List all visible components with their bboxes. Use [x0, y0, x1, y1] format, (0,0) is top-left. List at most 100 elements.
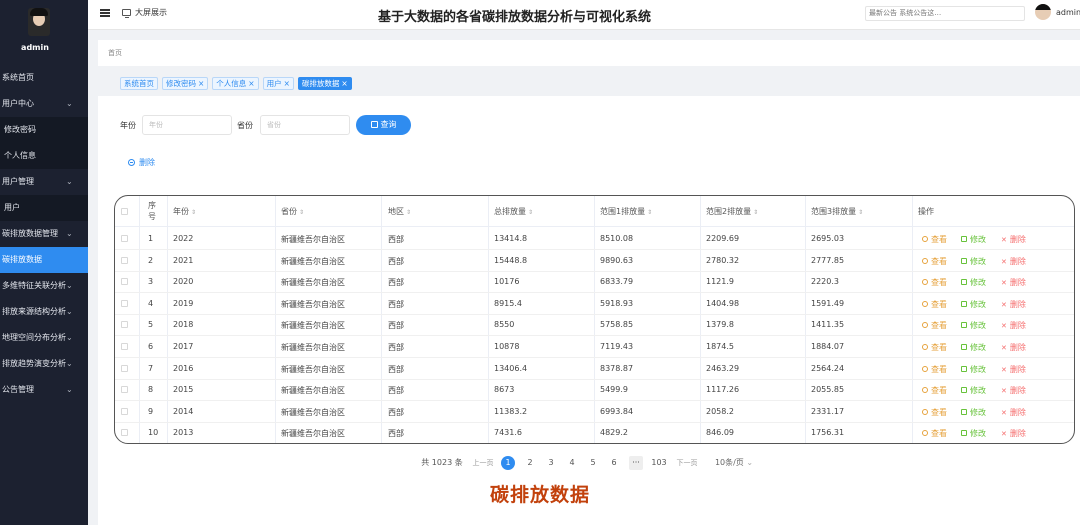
page-size-select[interactable]: 10条/页 ⌄: [711, 456, 757, 470]
row-checkbox[interactable]: [121, 364, 128, 372]
edit-action-button[interactable]: 修改: [961, 407, 986, 418]
delete-action-button[interactable]: ✕ 删除: [1001, 385, 1026, 396]
year-input[interactable]: 年份: [142, 115, 232, 135]
delete-action-button[interactable]: ✕ 删除: [1001, 234, 1026, 245]
edit-action-button[interactable]: 修改: [961, 428, 986, 439]
view-action-button[interactable]: 查看: [922, 428, 947, 439]
sidebar-item[interactable]: 碳排放数据: [0, 247, 88, 273]
sidebar-item[interactable]: 用户中心 ⌄: [0, 91, 88, 117]
column-header[interactable]: 地区 ⇕: [388, 206, 411, 217]
header-username[interactable]: admin: [1056, 8, 1080, 17]
view-action-button[interactable]: 查看: [922, 407, 947, 418]
page-number-button[interactable]: 2: [523, 456, 537, 470]
sidebar-item[interactable]: 系统首页: [0, 65, 88, 91]
breadcrumb-home[interactable]: 首页: [108, 49, 122, 57]
close-icon[interactable]: ×: [198, 79, 204, 88]
sort-icon[interactable]: ⇕: [528, 209, 533, 216]
bulk-delete-button[interactable]: 删除: [128, 157, 155, 168]
delete-action-button[interactable]: ✕ 删除: [1001, 277, 1026, 288]
big-screen-link[interactable]: 大屏展示: [122, 7, 167, 18]
column-header[interactable]: 范围2排放量 ⇕: [706, 206, 758, 217]
delete-action-button[interactable]: ✕ 删除: [1001, 299, 1026, 310]
view-action-button[interactable]: 查看: [922, 342, 947, 353]
column-header[interactable]: 范围1排放量 ⇕: [600, 206, 652, 217]
tab-tag[interactable]: 系统首页: [120, 77, 158, 90]
column-header[interactable]: 年份 ⇕: [173, 206, 196, 217]
page-number-button[interactable]: 4: [565, 456, 579, 470]
edit-action-button[interactable]: 修改: [961, 256, 986, 267]
delete-action-button[interactable]: ✕ 删除: [1001, 320, 1026, 331]
sidebar-item[interactable]: 排放来源结构分析 ⌄: [0, 299, 88, 325]
row-checkbox[interactable]: [121, 343, 128, 350]
page-number-button[interactable]: 6: [607, 456, 621, 470]
sidebar-item[interactable]: 公告管理 ⌄: [0, 377, 88, 403]
delete-action-button[interactable]: ✕ 删除: [1001, 364, 1026, 375]
view-action-button[interactable]: 查看: [922, 320, 947, 331]
sort-icon[interactable]: ⇕: [191, 209, 196, 216]
row-checkbox[interactable]: [121, 321, 128, 329]
view-action-button[interactable]: 查看: [922, 299, 947, 310]
row-checkbox[interactable]: [121, 256, 128, 264]
sidebar-item[interactable]: 用户管理 ⌄: [0, 169, 88, 195]
avatar[interactable]: [1035, 4, 1051, 20]
delete-action-button[interactable]: ✕ 删除: [1001, 256, 1026, 267]
view-action-button[interactable]: 查看: [922, 385, 947, 396]
edit-action-button[interactable]: 修改: [961, 299, 986, 310]
row-checkbox[interactable]: [121, 278, 128, 286]
sidebar-item[interactable]: 个人信息: [0, 143, 88, 169]
edit-action-button[interactable]: 修改: [961, 364, 986, 375]
sort-icon[interactable]: ⇕: [753, 209, 758, 216]
column-header[interactable]: 总排放量 ⇕: [494, 206, 533, 217]
sidebar-item[interactable]: 排放趋势演变分析 ⌄: [0, 351, 88, 377]
sort-icon[interactable]: ⇕: [858, 209, 863, 216]
page-ellipsis[interactable]: ···: [629, 456, 643, 470]
sidebar-item[interactable]: 地理空间分布分析 ⌄: [0, 325, 88, 351]
next-page-button[interactable]: 下一页: [674, 456, 700, 470]
sidebar-item[interactable]: 碳排放数据管理 ⌄: [0, 221, 88, 247]
edit-action-button[interactable]: 修改: [961, 320, 986, 331]
menu-toggle-icon[interactable]: [100, 9, 110, 17]
row-checkbox[interactable]: [121, 299, 128, 307]
sort-icon[interactable]: ⇕: [647, 209, 652, 216]
page-number-button[interactable]: 5: [586, 456, 600, 470]
view-action-button[interactable]: 查看: [922, 256, 947, 267]
delete-action-button[interactable]: ✕ 删除: [1001, 428, 1026, 439]
column-header-label: 序号: [148, 201, 156, 221]
delete-action-button[interactable]: ✕ 删除: [1001, 342, 1026, 353]
close-icon[interactable]: ×: [248, 79, 254, 88]
sidebar-item[interactable]: 多维特征关联分析 ⌄: [0, 273, 88, 299]
select-all-checkbox[interactable]: [121, 208, 128, 215]
close-icon[interactable]: ×: [341, 79, 347, 88]
view-action-button[interactable]: 查看: [922, 364, 947, 375]
sort-icon[interactable]: ⇕: [299, 209, 304, 216]
page-number-button[interactable]: 1: [501, 456, 515, 470]
edit-action-button[interactable]: 修改: [961, 385, 986, 396]
edit-action-button[interactable]: 修改: [961, 277, 986, 288]
edit-action-button[interactable]: 修改: [961, 342, 986, 353]
row-checkbox[interactable]: [121, 407, 128, 415]
prev-page-button[interactable]: 上一页: [471, 456, 495, 470]
view-action-button[interactable]: 查看: [922, 234, 947, 245]
tab-tag[interactable]: 个人信息 ×: [212, 77, 259, 90]
row-checkbox[interactable]: [121, 429, 128, 437]
table-cell: 2463.29: [706, 363, 740, 373]
page-number-button[interactable]: 3: [544, 456, 558, 470]
last-page-button[interactable]: 103: [649, 456, 669, 470]
tab-tag[interactable]: 用户 ×: [262, 77, 294, 90]
delete-action-button[interactable]: ✕ 删除: [1001, 407, 1026, 418]
notice-marquee[interactable]: 最新公告 系统公告这…: [865, 6, 1025, 21]
edit-action-button[interactable]: 修改: [961, 234, 986, 245]
query-button[interactable]: 查询: [356, 115, 411, 135]
tab-tag[interactable]: 碳排放数据 ×: [297, 77, 352, 90]
view-action-button[interactable]: 查看: [922, 277, 947, 288]
row-checkbox[interactable]: [121, 235, 128, 242]
column-header[interactable]: 省份 ⇕: [281, 206, 304, 217]
sidebar-item[interactable]: 修改密码: [0, 117, 88, 143]
province-input[interactable]: 省份: [260, 115, 350, 135]
sidebar-item[interactable]: 用户: [0, 195, 88, 221]
tab-tag[interactable]: 修改密码 ×: [162, 77, 209, 90]
column-header[interactable]: 范围3排放量 ⇕: [811, 206, 863, 217]
sort-icon[interactable]: ⇕: [406, 209, 411, 216]
row-checkbox[interactable]: [121, 386, 128, 394]
close-icon[interactable]: ×: [284, 79, 290, 88]
